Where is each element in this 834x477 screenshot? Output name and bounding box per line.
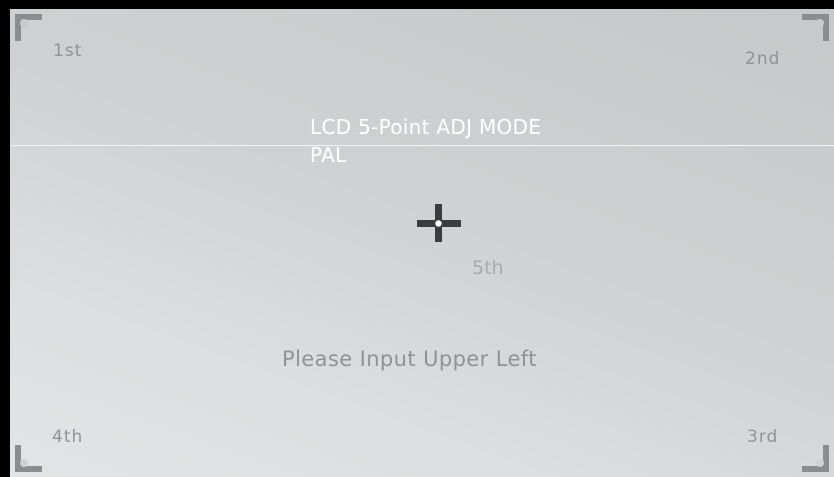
corner-marker-top-left-icon	[15, 14, 42, 41]
point-5-label: 5th	[472, 257, 504, 279]
point-1-label: 1st	[53, 41, 83, 61]
lcd-calibration-screen[interactable]: 1st 2nd 3rd 4th LCD 5-Point ADJ MODE PAL…	[10, 9, 834, 477]
signal-format: PAL	[310, 143, 347, 167]
instruction-text: Please Input Upper Left	[282, 347, 537, 371]
point-3-label: 3rd	[747, 427, 779, 447]
crosshair-target-icon[interactable]	[417, 204, 461, 242]
corner-marker-bottom-left-icon	[15, 445, 42, 472]
corner-marker-bottom-right-icon	[802, 445, 829, 472]
corner-marker-top-right-icon	[802, 14, 829, 41]
divider-line	[10, 145, 834, 146]
point-2-label: 2nd	[745, 49, 781, 69]
mode-title: LCD 5-Point ADJ MODE	[310, 115, 542, 139]
point-4-label: 4th	[52, 427, 84, 447]
